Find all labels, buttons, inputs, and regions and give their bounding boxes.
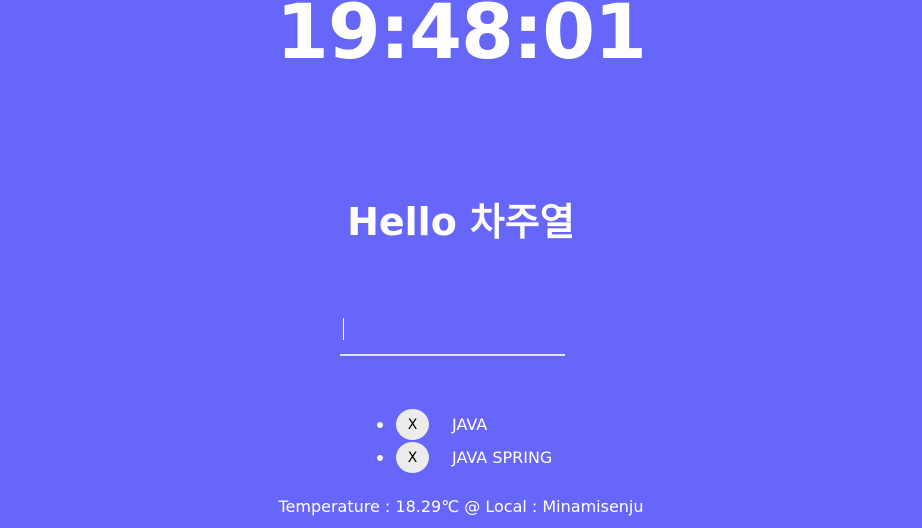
- todo-input[interactable]: [340, 310, 565, 356]
- text-caret: [343, 318, 344, 340]
- delete-todo-button[interactable]: X: [396, 409, 429, 440]
- bullet-icon: [377, 421, 383, 428]
- todo-text: JAVA SPRING: [452, 448, 553, 467]
- todo-text: JAVA: [452, 415, 488, 434]
- todo-item: X JAVA SPRING: [372, 441, 552, 474]
- greeting: Hello 차주열: [347, 200, 575, 244]
- todo-list: X JAVA X JAVA SPRING: [372, 408, 552, 474]
- todo-item: X JAVA: [372, 408, 552, 441]
- clock: 19:48:01: [275, 0, 647, 76]
- weather-info: Temperature : 18.29℃ @ Local : Minamisen…: [278, 497, 644, 516]
- todo-form: [340, 310, 565, 358]
- bullet-icon: [377, 454, 383, 461]
- delete-todo-button[interactable]: X: [396, 442, 429, 473]
